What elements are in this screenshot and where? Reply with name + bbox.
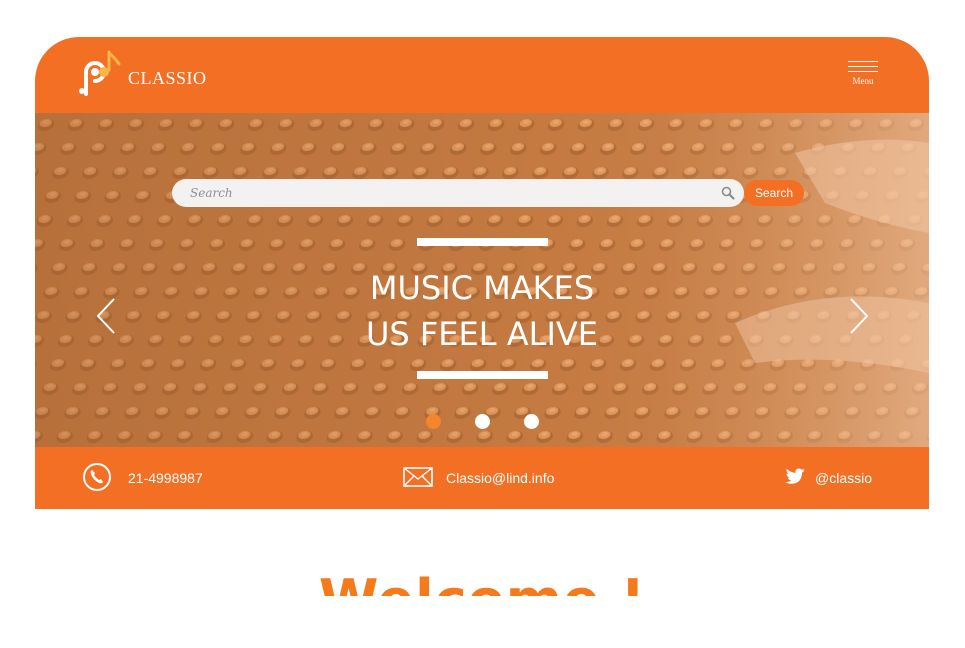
hero-title-line2: US FEEL ALIVE [365, 315, 598, 353]
music-note-logo-icon [79, 50, 121, 96]
search-icon[interactable] [721, 186, 735, 205]
welcome-section: Welcome ! [0, 560, 965, 596]
hero-title-line1: MUSIC MAKES [369, 269, 595, 307]
twitter-icon [784, 467, 806, 489]
hero-divider-top [417, 238, 548, 246]
hamburger-icon [848, 61, 878, 72]
brand-logo[interactable]: CLASSIO [79, 50, 207, 96]
hero-title: MUSIC MAKES US FEEL ALIVE [282, 265, 682, 357]
hero-divider-bottom [417, 371, 548, 379]
menu-button[interactable]: Menu [848, 61, 878, 86]
menu-label: Menu [852, 76, 874, 86]
phone-number: 21-4998987 [128, 470, 203, 486]
phone-icon [82, 462, 112, 495]
contact-bar: 21-4998987 Classio@lind.info @classio [35, 447, 929, 509]
slide-indicators [426, 414, 539, 429]
email-address: Classio@lind.info [446, 470, 555, 486]
search-input[interactable] [172, 179, 744, 207]
contact-phone[interactable]: 21-4998987 [82, 447, 203, 509]
site-frame: CLASSIO Menu Search Search MUSIC MAKES U… [35, 37, 929, 509]
slide-dot-1[interactable] [426, 414, 441, 429]
mail-icon [403, 466, 433, 490]
brand-name: CLASSIO [128, 67, 207, 88]
contact-twitter[interactable]: @classio [784, 447, 872, 509]
chevron-left-icon[interactable] [95, 297, 117, 340]
search-button[interactable]: Search [744, 180, 804, 206]
slide-dot-2[interactable] [475, 414, 490, 429]
twitter-handle: @classio [815, 470, 873, 486]
search-bar: Search [172, 179, 804, 207]
contact-email[interactable]: Classio@lind.info [403, 447, 554, 509]
welcome-heading: Welcome ! [0, 560, 965, 596]
site-header: CLASSIO Menu [35, 37, 929, 113]
chevron-right-icon[interactable] [848, 297, 870, 340]
slide-dot-3[interactable] [524, 414, 539, 429]
hero-slider: Search MUSIC MAKES US FEEL ALIVE [35, 113, 929, 447]
